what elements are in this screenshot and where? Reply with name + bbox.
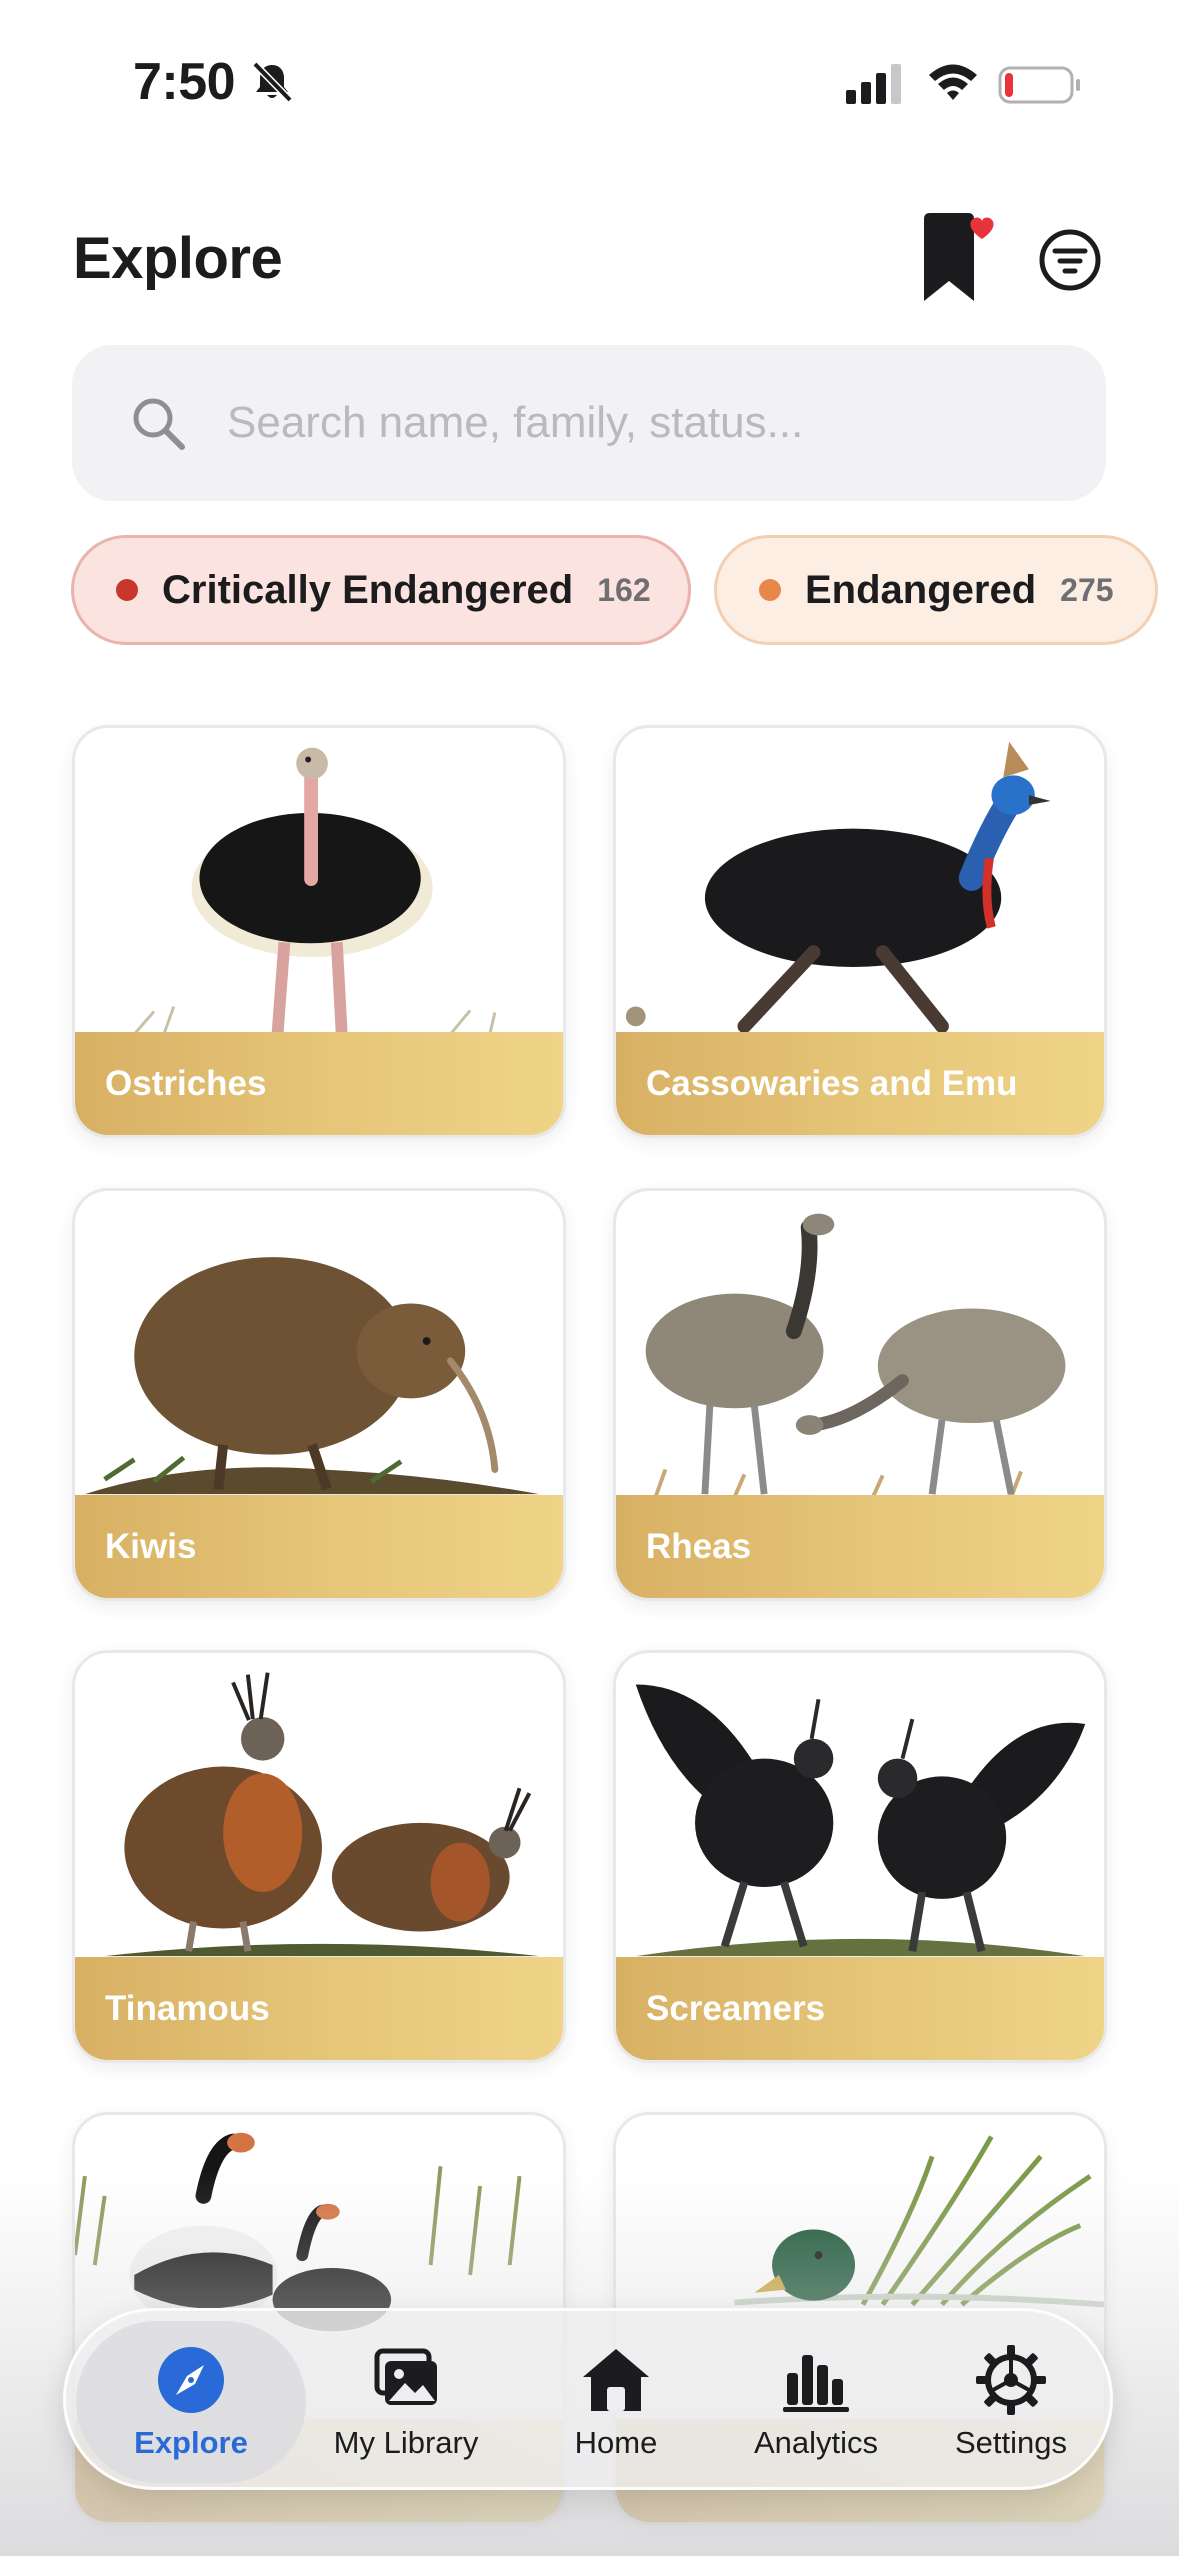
chip-endangered[interactable]: Endangered 275 xyxy=(714,535,1158,645)
card-label-band: Kiwis xyxy=(75,1495,563,1598)
card-title: Cassowaries and Emu xyxy=(646,1064,1018,1103)
cassowary-image xyxy=(616,729,1104,1037)
category-card-rheas[interactable]: Rheas xyxy=(613,1188,1107,1601)
card-label-band: Cassowaries and Emu xyxy=(616,1032,1104,1135)
bar-chart-icon xyxy=(783,2355,849,2412)
card-title: Tinamous xyxy=(105,1989,270,2028)
category-card-ostriches[interactable]: Ostriches xyxy=(72,725,566,1138)
tab-analytics[interactable]: Analytics xyxy=(716,2311,916,2493)
category-card-screamers[interactable]: Screamers xyxy=(613,1650,1107,2063)
card-title: Rheas xyxy=(646,1527,752,1566)
bell-slash-icon xyxy=(252,61,293,103)
category-card-tinamous[interactable]: Tinamous xyxy=(72,1650,566,2063)
status-dot-orange xyxy=(759,579,781,601)
tab-label: Home xyxy=(574,2425,658,2460)
category-card-kiwis[interactable]: Kiwis xyxy=(72,1188,566,1601)
screamer-image xyxy=(616,1654,1104,1962)
search-bar[interactable] xyxy=(72,345,1106,501)
page-title: Explore xyxy=(73,226,283,291)
favorites-button[interactable] xyxy=(916,205,996,305)
gear-icon xyxy=(976,2345,1046,2415)
tab-label: Settings xyxy=(954,2425,1067,2460)
wifi-icon xyxy=(929,64,977,100)
battery-icon xyxy=(998,66,1080,104)
tab-label: Explore xyxy=(134,2425,248,2460)
tinamou-image xyxy=(75,1654,563,1962)
card-label-band: Ostriches xyxy=(75,1032,563,1135)
status-dot-red xyxy=(116,579,138,601)
tab-my-library[interactable]: My Library xyxy=(296,2311,516,2493)
tab-bar: Explore My Library Home Analytics Settin… xyxy=(63,2308,1113,2490)
card-label-band: Rheas xyxy=(616,1495,1104,1598)
status-bar: 7:50 xyxy=(0,0,1179,150)
house-icon xyxy=(583,2349,649,2411)
home-indicator[interactable] xyxy=(455,2528,725,2538)
card-label-band: Screamers xyxy=(616,1957,1104,2060)
chip-count: 162 xyxy=(597,571,651,608)
tab-label: My Library xyxy=(333,2425,479,2460)
chip-count: 275 xyxy=(1060,571,1114,608)
tab-settings[interactable]: Settings xyxy=(911,2311,1111,2493)
photo-stack-icon xyxy=(374,2348,437,2405)
tab-home[interactable]: Home xyxy=(516,2311,716,2493)
signal-icon xyxy=(846,64,901,104)
ostrich-image xyxy=(75,729,563,1037)
bookmark-heart-icon xyxy=(924,213,994,301)
card-title: Screamers xyxy=(646,1989,826,2028)
search-input[interactable] xyxy=(227,385,1067,461)
rhea-image xyxy=(616,1192,1104,1500)
status-time: 7:50 xyxy=(133,53,236,111)
kiwi-image xyxy=(75,1192,563,1500)
filter-button[interactable] xyxy=(1038,228,1102,292)
tab-label: Analytics xyxy=(753,2425,879,2460)
chip-critically-endangered[interactable]: Critically Endangered 162 xyxy=(71,535,691,645)
filter-circle-icon xyxy=(1039,229,1101,291)
card-title: Kiwis xyxy=(105,1527,197,1566)
category-card-cassowaries-and-emu[interactable]: Cassowaries and Emu xyxy=(613,725,1107,1138)
search-icon xyxy=(133,398,185,450)
chip-label: Endangered xyxy=(805,567,1037,612)
chip-label: Critically Endangered xyxy=(162,567,574,612)
card-label-band: Tinamous xyxy=(75,1957,563,2060)
compass-icon xyxy=(158,2347,224,2413)
card-title: Ostriches xyxy=(105,1064,267,1103)
tab-explore[interactable]: Explore xyxy=(86,2311,296,2493)
